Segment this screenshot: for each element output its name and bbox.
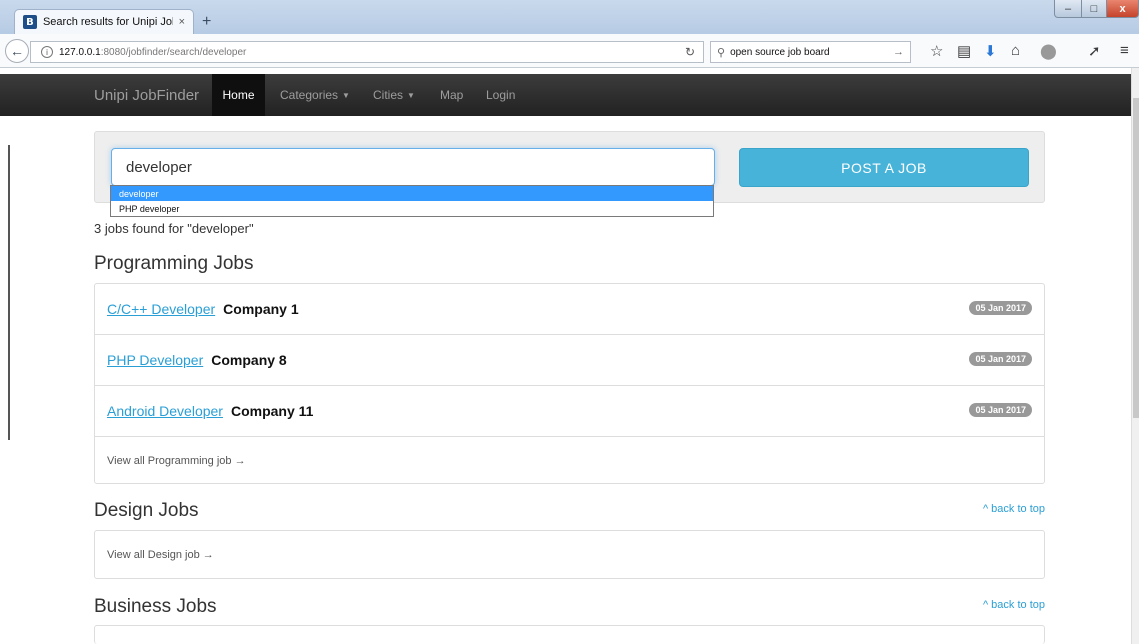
job-title-link[interactable]: C/C++ Developer [107, 301, 215, 317]
nav-cities[interactable]: Cities ▼ [373, 74, 415, 116]
job-company: Company 8 [211, 352, 287, 368]
scrollbar-thumb[interactable] [1133, 98, 1139, 418]
job-company: Company 1 [223, 301, 299, 317]
reload-icon[interactable]: ↻ [685, 45, 695, 59]
nav-map[interactable]: Map [440, 74, 463, 116]
info-icon[interactable]: i [41, 46, 53, 58]
view-all-design-link[interactable]: View all Design job → [95, 531, 1044, 578]
job-date-badge: 05 Jan 2017 [969, 301, 1032, 315]
section-title-programming: Programming Jobs [94, 253, 254, 274]
nav-login[interactable]: Login [486, 74, 515, 116]
job-date-badge: 05 Jan 2017 [969, 352, 1032, 366]
tab-title: Search results for Unipi Job... [42, 16, 173, 28]
downloads-icon[interactable]: ⬇ [984, 42, 997, 60]
post-job-button[interactable]: POST A JOB [739, 148, 1029, 187]
section-title-design: Design Jobs [94, 500, 199, 521]
page-edge-line [8, 145, 10, 440]
browser-tabstrip: B Search results for Unipi Job... × + – … [0, 0, 1139, 34]
site-brand[interactable]: Unipi JobFinder [94, 87, 199, 104]
caret-down-icon: ▼ [407, 90, 415, 100]
back-to-top-link[interactable]: ^ back to top [983, 503, 1045, 515]
job-title-link[interactable]: Android Developer [107, 403, 223, 419]
browser-tab[interactable]: B Search results for Unipi Job... × [14, 9, 194, 34]
home-icon[interactable]: ⌂ [1011, 42, 1020, 59]
search-icon: ⚲ [717, 46, 726, 59]
results-count: 3 jobs found for "developer" [94, 221, 254, 236]
reading-list-icon[interactable]: ▤ [957, 42, 971, 60]
url-text: 127.0.0.1:8080/jobfinder/search/develope… [59, 46, 247, 58]
job-date-badge: 05 Jan 2017 [969, 403, 1032, 417]
vertical-scrollbar[interactable] [1131, 68, 1139, 644]
autocomplete-dropdown: developer PHP developer [110, 185, 714, 217]
menu-icon[interactable]: ≡ [1120, 42, 1129, 59]
back-to-top-link[interactable]: ^ back to top [983, 599, 1045, 611]
job-row: PHP Developer Company 8 05 Jan 2017 [95, 335, 1044, 386]
job-row: C/C++ Developer Company 1 05 Jan 2017 [95, 284, 1044, 335]
caret-down-icon: ▼ [342, 90, 350, 100]
close-tab-icon[interactable]: × [179, 16, 185, 28]
url-bar[interactable]: i 127.0.0.1:8080/jobfinder/search/develo… [30, 41, 704, 63]
job-row: Android Developer Company 11 05 Jan 2017 [95, 386, 1044, 437]
nav-home[interactable]: Home [212, 74, 265, 116]
job-title-link[interactable]: PHP Developer [107, 352, 203, 368]
site-navbar: Unipi JobFinder Home Categories ▼ Cities ▼… [0, 74, 1131, 116]
back-arrow-icon[interactable]: ← [5, 39, 29, 63]
extension-icon[interactable]: ➚ [1088, 42, 1101, 60]
bookmark-star-icon[interactable]: ☆ [930, 42, 943, 60]
window-minimize-button[interactable]: – [1054, 0, 1082, 18]
job-search-input[interactable]: developer [111, 148, 715, 186]
new-tab-button[interactable]: + [202, 13, 211, 31]
adblock-icon[interactable]: ⬤ [1040, 42, 1057, 60]
window-maximize-button[interactable]: □ [1081, 0, 1107, 18]
business-jobs-panel [94, 625, 1045, 644]
job-company: Company 11 [230, 403, 314, 419]
autocomplete-option[interactable]: developer [111, 186, 713, 201]
search-go-icon[interactable]: → [893, 46, 904, 58]
bootstrap-favicon-icon: B [23, 15, 37, 29]
autocomplete-option[interactable]: PHP developer [111, 201, 713, 216]
design-jobs-panel: View all Design job → [94, 530, 1045, 579]
browser-search-text: open source job board [730, 46, 830, 58]
view-all-programming-link[interactable]: View all Programming job → [95, 437, 1044, 484]
browser-search-bar[interactable]: ⚲ open source job board → [710, 41, 911, 63]
nav-categories[interactable]: Categories ▼ [280, 74, 350, 116]
window-close-button[interactable]: x [1106, 0, 1139, 18]
programming-jobs-panel: C/C++ Developer Company 1 05 Jan 2017 PH… [94, 283, 1045, 484]
section-title-business: Business Jobs [94, 596, 217, 617]
